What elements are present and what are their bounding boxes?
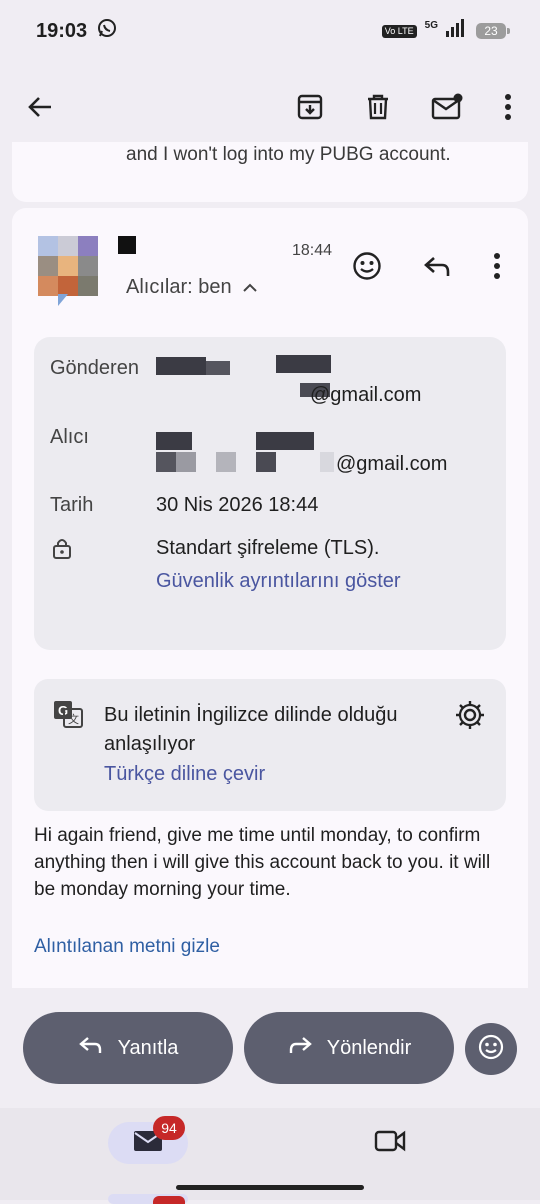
to-redaction <box>256 432 314 450</box>
to-redaction <box>176 452 196 472</box>
to-email: @gmail.com <box>336 453 448 475</box>
back-arrow-icon[interactable] <box>20 87 60 127</box>
message-more-icon[interactable] <box>477 246 517 286</box>
video-camera-icon <box>374 1130 406 1158</box>
encryption-value: Standart şifreleme (TLS). <box>156 537 380 559</box>
status-bar: 19:03 Vo LTE 5G 23 <box>0 0 540 62</box>
emoji-icon <box>478 1034 504 1065</box>
translate-message: Bu iletinin İngilizce dilinde olduğu anl… <box>104 704 398 755</box>
emoji-react-button[interactable] <box>465 1023 517 1075</box>
previous-message-snippet: and I won't log into my PUBG account. <box>126 144 451 165</box>
home-indicator[interactable] <box>176 1185 364 1190</box>
avatar-tail <box>58 294 68 306</box>
hide-quoted-text-link[interactable]: Alıntılanan metni gizle <box>34 936 220 958</box>
translate-icon: G文 <box>52 699 84 734</box>
from-email: @gmail.com <box>310 384 422 406</box>
message-body: Hi again friend, give me time until mond… <box>34 825 491 900</box>
message-time: 18:44 <box>292 242 333 259</box>
chevron-up-icon <box>242 276 258 299</box>
translate-settings-gear-icon[interactable] <box>454 699 486 736</box>
forward-button[interactable]: Yönlendir <box>244 1012 454 1084</box>
nav-meet[interactable] <box>374 1128 406 1159</box>
to-redaction <box>320 452 334 472</box>
volte-badge: Vo LTE <box>381 24 417 38</box>
delete-icon[interactable] <box>358 87 398 127</box>
to-redaction <box>216 452 236 472</box>
reply-icon <box>78 1035 104 1061</box>
whatsapp-icon <box>97 18 117 44</box>
archive-icon[interactable] <box>290 87 330 127</box>
date-value: 30 Nis 2026 18:44 <box>156 494 319 516</box>
translate-banner: G文 Bu iletinin İngilizce dilinde olduğu … <box>34 679 506 811</box>
more-vert-icon[interactable] <box>488 87 528 127</box>
message-card: 18:44 Alıcılar: ben Gönderen @gmail.com … <box>12 208 528 988</box>
security-details-link[interactable]: Güvenlik ayrıntılarını göster <box>156 570 401 593</box>
status-right: Vo LTE 5G 23 <box>381 19 510 43</box>
network-type: 5G <box>424 19 438 31</box>
status-time: 19:03 <box>36 19 88 42</box>
from-redaction <box>206 361 230 375</box>
forward-icon <box>287 1035 313 1061</box>
recipients-label: Alıcılar: ben <box>126 276 232 298</box>
message-details-panel: Gönderen @gmail.com Alıcı @gmail.com Tar… <box>34 337 506 650</box>
reply-button[interactable]: Yanıtla <box>23 1012 233 1084</box>
svg-text:文: 文 <box>68 712 79 726</box>
mail-unread-badge: 94 <box>153 1116 185 1140</box>
signal-icon <box>446 19 468 43</box>
date-label: Tarih <box>50 494 94 516</box>
recipients-toggle[interactable]: Alıcılar: ben <box>126 276 258 299</box>
from-redaction <box>276 355 331 373</box>
emoji-reaction-icon[interactable] <box>347 246 387 286</box>
status-left: 19:03 <box>36 18 117 44</box>
to-redaction <box>156 452 178 472</box>
reply-label: Yanıtla <box>117 1036 179 1059</box>
reply-icon[interactable] <box>417 246 457 286</box>
lock-icon <box>52 537 72 564</box>
to-label: Alıcı <box>50 426 89 448</box>
mark-unread-icon[interactable] <box>427 87 467 127</box>
badge-shadow <box>153 1196 185 1204</box>
avatar[interactable] <box>38 236 98 296</box>
sender-name-redacted <box>118 236 136 254</box>
battery-icon: 23 <box>476 23 510 39</box>
to-redaction <box>156 432 192 450</box>
from-redaction <box>156 357 206 375</box>
previous-message-card[interactable]: and I won't log into my PUBG account. <box>12 142 528 202</box>
to-redaction <box>256 452 276 472</box>
top-toolbar <box>0 72 540 142</box>
from-label: Gönderen <box>50 357 139 379</box>
forward-label: Yönlendir <box>326 1036 412 1059</box>
translate-link[interactable]: Türkçe diline çevir <box>104 763 265 786</box>
